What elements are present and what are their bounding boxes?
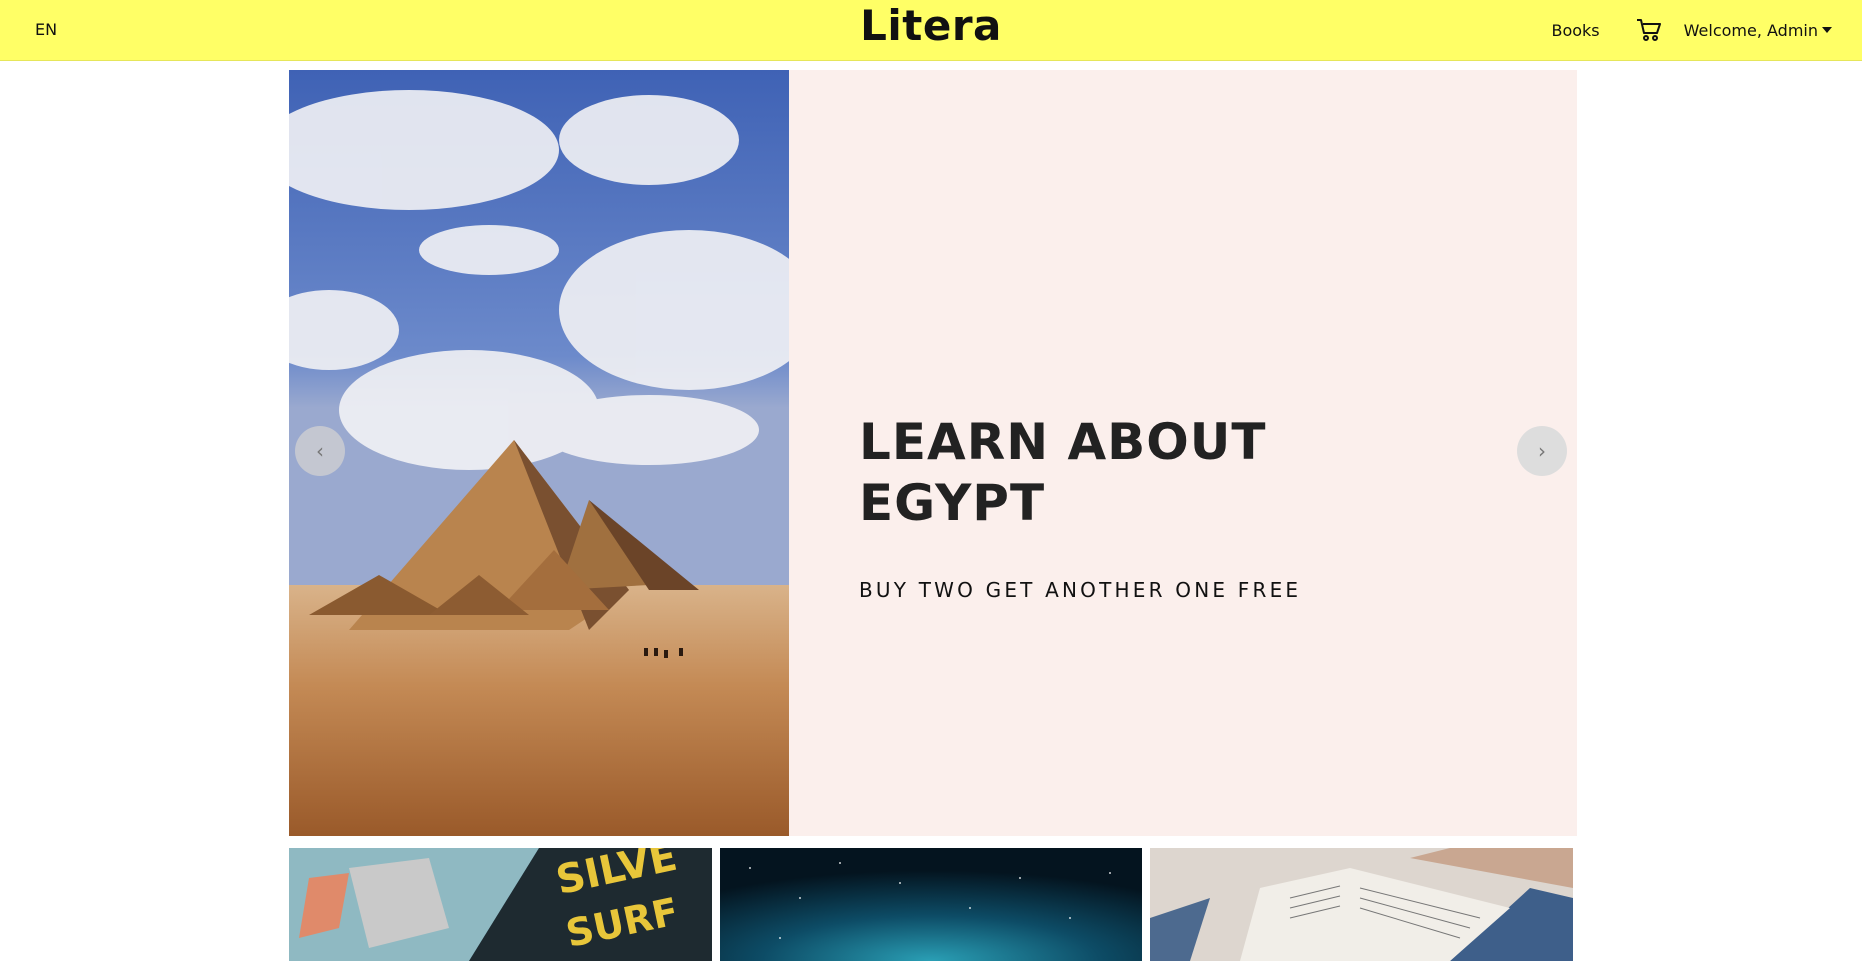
hero-title: LEARN ABOUT EGYPT [859, 413, 1267, 532]
chevron-left-icon: ‹ [316, 439, 324, 463]
carousel-next-button[interactable]: › [1517, 426, 1567, 476]
category-tile-comics[interactable]: SILVE SURF [289, 848, 712, 961]
reading-book-image [1150, 848, 1573, 961]
caret-down-icon [1822, 27, 1832, 33]
comic-books-image: SILVE SURF [289, 848, 712, 961]
cart-icon[interactable] [1636, 18, 1662, 42]
nav-right-group: Books Welcome, Admin [1551, 0, 1832, 60]
pyramids-image [289, 70, 789, 836]
user-menu-label: Welcome, Admin [1683, 20, 1818, 40]
top-navbar: EN Litera Books Welcome, Admin [0, 0, 1862, 61]
user-menu[interactable]: Welcome, Admin [1684, 21, 1832, 40]
hero-carousel: LEARN ABOUT EGYPT BUY TWO GET ANOTHER ON… [289, 70, 1577, 836]
carousel-prev-button[interactable]: ‹ [295, 426, 345, 476]
starry-sky-image [720, 848, 1142, 961]
category-tile-space[interactable] [720, 848, 1142, 961]
chevron-right-icon: › [1538, 439, 1546, 463]
books-link[interactable]: Books [1551, 21, 1599, 40]
category-tile-reading[interactable] [1150, 848, 1573, 961]
hero-subtitle: BUY TWO GET ANOTHER ONE FREE [859, 578, 1302, 602]
hero-text-block: LEARN ABOUT EGYPT BUY TWO GET ANOTHER ON… [859, 412, 1301, 602]
